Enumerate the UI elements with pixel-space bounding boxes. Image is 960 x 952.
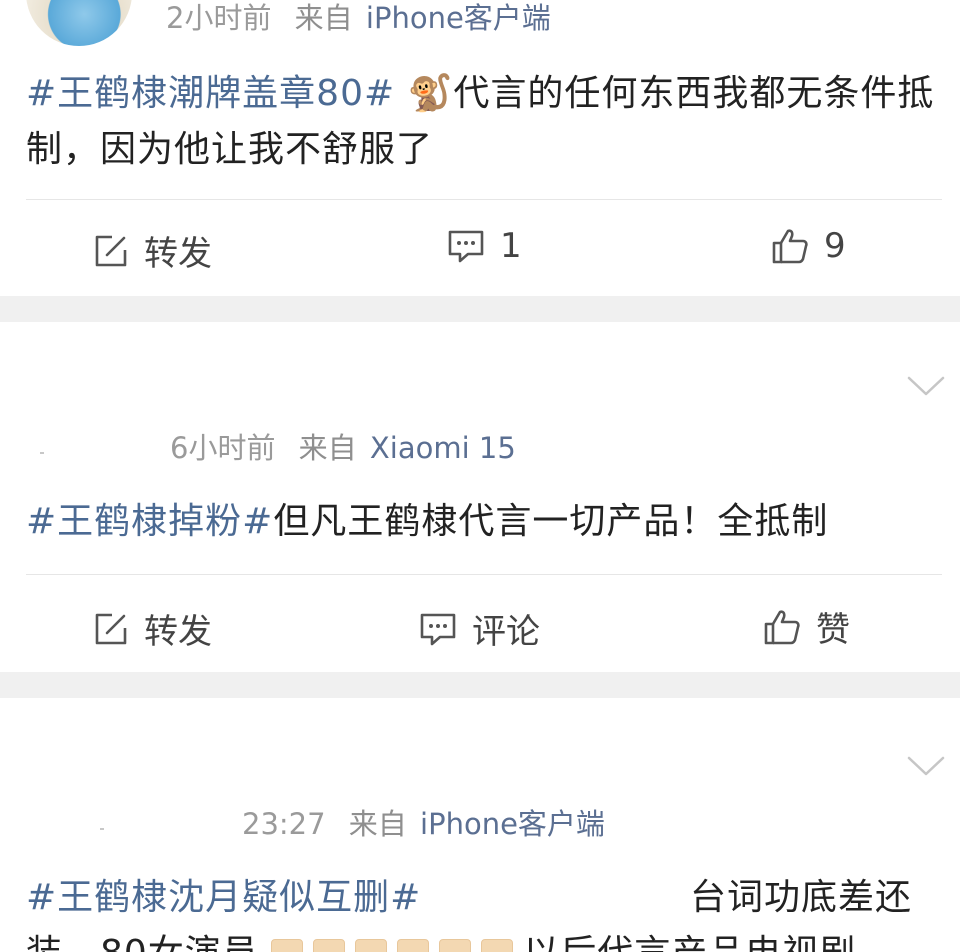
post-text: 装，80女演员 [26,933,259,952]
post-body: #王鹤棣掉粉#但凡王鹤棣代言一切产品！全抵制 [26,494,938,550]
like-count: 9 [824,226,846,266]
source-label: 来自 [298,431,357,465]
post-meta: 2小时前 来自 iPhone客户端 [166,0,551,36]
edit-icon [92,610,130,648]
post-meta: 6小时前 来自 Xiaomi 15 [170,430,516,466]
emoji-image [439,939,472,952]
emoji-image [481,939,514,952]
post-time: 23:27 [242,807,326,841]
post-text: 以后代言产品电视剧 [523,933,856,952]
source-label: 来自 [294,1,353,35]
avatar[interactable] [40,452,44,454]
post-meta: 23:27 来自 iPhone客户端 [242,806,605,842]
divider [26,199,942,200]
like-button[interactable]: 赞 [762,602,850,651]
post-time: 2小时前 [166,1,272,35]
hashtag-link[interactable]: #王鹤棣掉粉# [26,501,273,542]
like-label: 赞 [816,610,850,650]
post-body-line-2: 装，80女演员 以后代言产品电视剧 [26,926,938,952]
repost-label: 转发 [144,612,212,652]
source-label: 来自 [348,807,407,841]
comment-button[interactable]: 评论 [418,604,540,653]
weibo-feed: 2小时前 来自 iPhone客户端 #王鹤棣潮牌盖章80# 🐒代言的任何东西我都… [0,0,960,952]
hashtag-link[interactable]: #王鹤棣潮牌盖章80# [26,73,395,114]
repost-button[interactable]: 转发 [92,604,212,653]
source-device[interactable]: iPhone客户端 [366,1,551,35]
comment-button[interactable]: 1 [446,226,522,266]
source-device[interactable]: iPhone客户端 [420,807,605,841]
thumbs-up-icon [762,607,802,647]
post-body: #王鹤棣潮牌盖章80# 🐒代言的任何东西我都无条件抵制，因为他让我不舒服了 [26,66,938,178]
emoji-image [397,939,430,952]
repost-button[interactable]: 转发 [92,226,212,275]
post-text: 台词功底差还 [690,877,913,918]
avatar[interactable] [26,0,132,46]
comment-count: 1 [500,226,522,266]
post-time: 6小时前 [170,431,276,465]
comment-icon [446,227,486,265]
hashtag-link[interactable]: #王鹤棣沈月疑似互删# [26,877,421,918]
post-separator [0,296,960,322]
source-device[interactable]: Xiaomi 15 [370,431,516,465]
post-separator [0,672,960,698]
divider [26,574,942,575]
repost-label: 转发 [144,234,212,274]
comment-icon [418,610,458,648]
thumbs-up-icon [770,226,810,266]
chevron-down-icon[interactable] [906,754,946,782]
avatar[interactable] [100,828,104,830]
emoji-image [313,939,346,952]
emoji-image [355,939,388,952]
edit-icon [92,232,130,270]
emoji-image [271,939,304,952]
chevron-down-icon[interactable] [906,374,946,402]
like-button[interactable]: 9 [770,226,846,266]
comment-label: 评论 [472,612,540,652]
monkey-emoji: 🐒 [407,73,454,114]
post-text: 但凡王鹤棣代言一切产品！全抵制 [273,501,829,542]
